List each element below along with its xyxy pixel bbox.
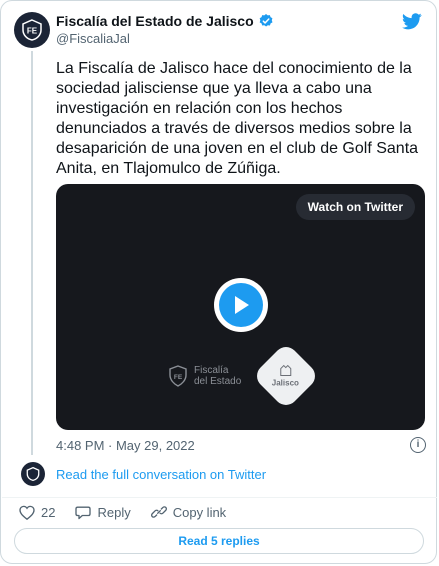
info-icon[interactable]: i xyxy=(410,437,426,453)
reply-icon xyxy=(75,506,92,519)
jalisco-logo: Jalisco xyxy=(252,342,320,410)
play-button[interactable] xyxy=(214,278,268,332)
tweet-card: FE Fiscalía del Estado de Jalisco @Fisca… xyxy=(0,0,437,564)
jalisco-logo-text: Jalisco xyxy=(272,378,300,388)
fiscalia-logo-line2: del Estado xyxy=(194,376,242,387)
twitter-bird-icon xyxy=(402,13,422,30)
tweet-timestamp[interactable]: 4:48 PM · May 29, 2022 xyxy=(56,438,195,453)
shield-icon xyxy=(26,467,40,481)
tweet-text: La Fiscalía de Jalisco hace del conocimi… xyxy=(56,60,419,177)
shield-icon: FE xyxy=(22,19,42,41)
reply-action[interactable]: Reply xyxy=(75,504,131,520)
like-count: 22 xyxy=(41,504,56,520)
fiscalia-badge-text: FE xyxy=(174,374,183,381)
fiscalia-logo-line1: Fiscalía xyxy=(194,365,229,376)
jalisco-crest-icon xyxy=(280,364,292,376)
avatar-small[interactable] xyxy=(21,462,45,486)
fiscalia-shield-icon: FE xyxy=(169,365,187,387)
play-button-inner xyxy=(219,283,263,327)
like-action[interactable]: 22 xyxy=(19,505,55,520)
fiscalia-logo: FE Fiscalía del Estado xyxy=(168,365,241,387)
link-icon xyxy=(150,506,167,518)
account-handle[interactable]: @FiscaliaJal xyxy=(56,30,274,47)
name-row: Fiscalía del Estado de Jalisco xyxy=(56,12,274,30)
account-name[interactable]: Fiscalía del Estado de Jalisco xyxy=(56,12,254,30)
watch-on-twitter-button[interactable]: Watch on Twitter xyxy=(295,194,415,220)
thread-line xyxy=(31,51,33,455)
read-replies-button[interactable]: Read 5 replies xyxy=(14,528,424,554)
video-player[interactable]: Watch on Twitter FE Fiscalía del Estado xyxy=(56,184,425,430)
play-icon xyxy=(235,296,249,314)
avatar[interactable]: FE xyxy=(14,12,50,48)
verified-badge-icon xyxy=(259,14,273,27)
twitter-logo[interactable] xyxy=(402,13,422,35)
fiscalia-logo-text: Fiscalía del Estado xyxy=(194,365,241,387)
divider xyxy=(2,497,437,498)
heart-icon xyxy=(19,505,35,520)
jalisco-logo-inner: Jalisco xyxy=(272,364,300,388)
copy-link-label: Copy link xyxy=(172,504,227,520)
action-bar: 22 Reply Copy link xyxy=(19,504,226,520)
copy-link-action[interactable]: Copy link xyxy=(150,504,227,520)
reply-label: Reply xyxy=(97,504,131,520)
account-header: Fiscalía del Estado de Jalisco @Fiscalia… xyxy=(56,12,274,47)
avatar-badge-text: FE xyxy=(27,27,38,36)
timestamp-row: 4:48 PM · May 29, 2022 i xyxy=(56,437,426,453)
read-full-conversation-link[interactable]: Read the full conversation on Twitter xyxy=(56,467,266,482)
